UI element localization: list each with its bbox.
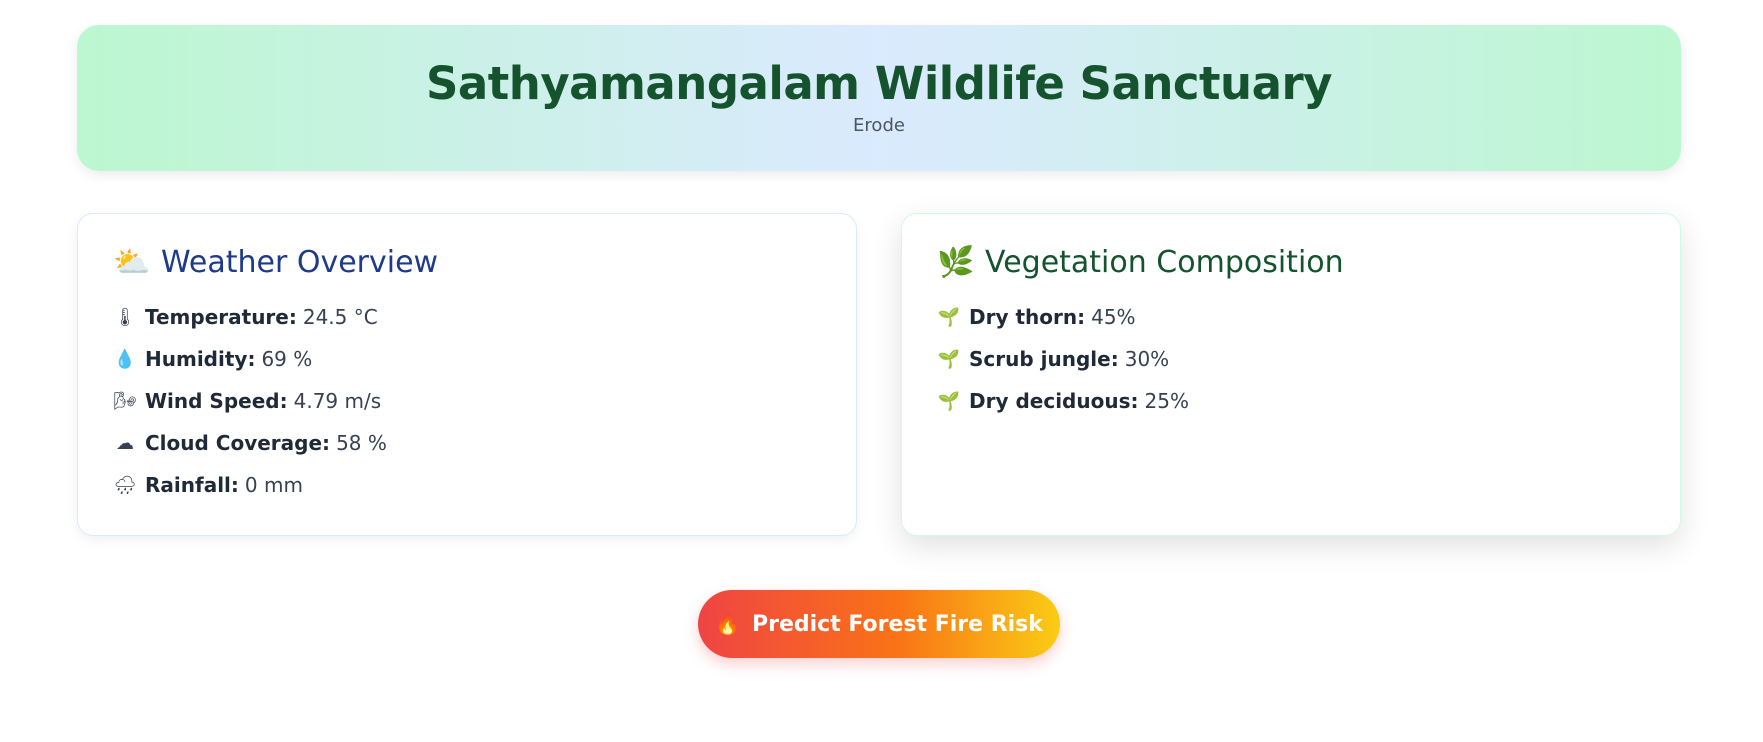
vegetation-item-dry-deciduous: 🌱 Dry deciduous: 25%	[937, 380, 1680, 422]
vegetation-item-value: 45%	[1091, 305, 1136, 329]
seedling-icon: 🌱	[937, 348, 961, 370]
weather-item-rainfall: 🌧 Rainfall: 0 mm	[113, 464, 856, 506]
droplet-icon: 💧	[113, 348, 137, 370]
weather-item-value: 58 %	[336, 431, 387, 455]
weather-item-cloud-coverage: ☁ Cloud Coverage: 58 %	[113, 422, 856, 464]
predict-fire-risk-label: Predict Forest Fire Risk	[752, 611, 1043, 637]
weather-item-label: Temperature:	[145, 305, 297, 329]
vegetation-item-dry-thorn: 🌱 Dry thorn: 45%	[937, 296, 1680, 338]
fire-icon: 🔥	[715, 612, 740, 636]
vegetation-composition-card: 🌿 Vegetation Composition 🌱 Dry thorn: 45…	[901, 213, 1681, 536]
vegetation-item-scrub-jungle: 🌱 Scrub jungle: 30%	[937, 338, 1680, 380]
herb-icon: 🌿	[937, 245, 975, 280]
weather-overview-title: ⛅ Weather Overview	[113, 248, 856, 278]
seedling-icon: 🌱	[937, 390, 961, 412]
weather-overview-card: ⛅ Weather Overview 🌡 Temperature: 24.5 °…	[77, 213, 857, 536]
vegetation-composition-title-text: Vegetation Composition	[985, 245, 1344, 280]
weather-overview-title-text: Weather Overview	[161, 245, 439, 280]
seedling-icon: 🌱	[937, 306, 961, 328]
weather-item-value: 69 %	[261, 347, 313, 371]
weather-item-wind-speed: 🌬 Wind Speed: 4.79 m/s	[113, 380, 856, 422]
thermometer-icon: 🌡	[113, 306, 137, 328]
weather-item-value: 24.5 °C	[302, 305, 378, 329]
cloud-icon: ☁	[116, 432, 134, 454]
vegetation-item-label: Scrub jungle:	[969, 347, 1119, 371]
wind-face-icon: 🌬	[113, 390, 137, 412]
weather-item-label: Humidity:	[145, 347, 256, 371]
weather-item-label: Cloud Coverage:	[145, 431, 331, 455]
weather-item-value: 4.79 m/s	[293, 389, 382, 413]
vegetation-item-value: 25%	[1144, 389, 1189, 413]
weather-item-label: Wind Speed:	[145, 389, 288, 413]
weather-item-humidity: 💧 Humidity: 69 %	[113, 338, 856, 380]
page-header: Sathyamangalam Wildlife Sanctuary Erode	[77, 25, 1681, 171]
weather-item-temperature: 🌡 Temperature: 24.5 °C	[113, 296, 856, 338]
vegetation-item-label: Dry deciduous:	[969, 389, 1139, 413]
rain-cloud-icon: 🌧	[113, 474, 137, 496]
weather-item-value: 0 mm	[244, 473, 303, 497]
predict-fire-risk-button[interactable]: 🔥 Predict Forest Fire Risk	[698, 590, 1060, 658]
page-subtitle: Erode	[853, 114, 905, 136]
sun-behind-cloud-icon: ⛅	[113, 245, 151, 280]
vegetation-item-label: Dry thorn:	[969, 305, 1086, 329]
vegetation-composition-title: 🌿 Vegetation Composition	[937, 248, 1680, 278]
weather-item-label: Rainfall:	[145, 473, 239, 497]
page-title: Sathyamangalam Wildlife Sanctuary	[426, 57, 1332, 110]
vegetation-item-value: 30%	[1124, 347, 1170, 371]
